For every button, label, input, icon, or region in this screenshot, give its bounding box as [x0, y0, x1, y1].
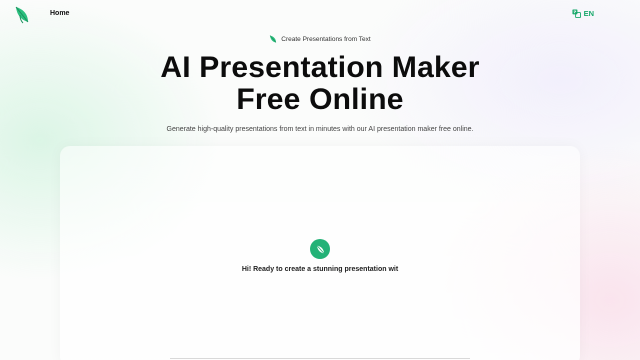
leaf-bot-icon: [316, 244, 324, 254]
translate-icon: [572, 9, 581, 18]
nav-home-link[interactable]: Home: [50, 10, 69, 17]
chat-greeting-message: Hi! Ready to create a stunning presentat…: [241, 266, 399, 273]
leaf-icon: [270, 35, 277, 43]
page-title: AI Presentation Maker Free Online: [0, 52, 640, 116]
chat-input-divider: [170, 358, 470, 359]
top-navigation-bar: Home EN: [0, 0, 640, 32]
bot-avatar: [310, 239, 330, 259]
hero-tag: Create Presentations from Text: [0, 35, 640, 43]
language-label: EN: [583, 9, 594, 18]
leaf-logo-icon[interactable]: [14, 6, 30, 24]
language-selector[interactable]: EN: [572, 9, 594, 18]
hero-tag-label: Create Presentations from Text: [281, 35, 371, 43]
page-title-line-1: AI Presentation Maker: [160, 51, 480, 84]
page-subtitle: Generate high-quality presentations from…: [166, 126, 474, 133]
page-title-line-2: Free Online: [236, 83, 404, 116]
